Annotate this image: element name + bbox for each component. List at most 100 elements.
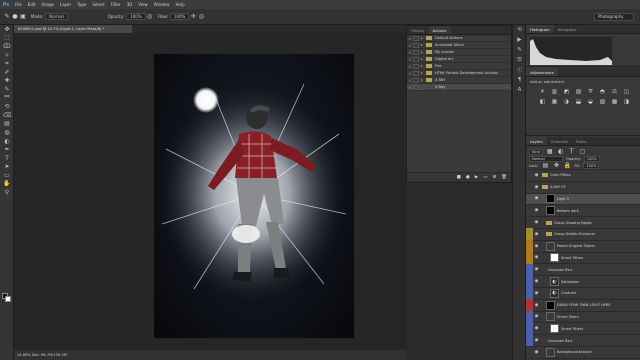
filter-pixel-icon[interactable]: ▦ — [546, 148, 554, 156]
filter-adjust-icon[interactable]: ◐ — [557, 148, 565, 156]
exposure-icon[interactable]: ▨ — [574, 88, 583, 96]
layer-row[interactable]: ◉ Smart Filters — [526, 322, 640, 336]
gradient-icon[interactable]: ▤ — [0, 120, 14, 129]
new-set-icon[interactable]: ▭ — [483, 175, 487, 180]
dialog-toggle[interactable] — [413, 42, 419, 48]
delete-icon[interactable]: 🗑 — [501, 175, 507, 180]
lock-all-icon[interactable]: 🔒 — [563, 162, 571, 170]
posterize-icon[interactable]: ◒ — [586, 98, 595, 106]
workspace-select[interactable]: Photography — [594, 13, 634, 21]
filter-type-icon[interactable]: T — [568, 148, 576, 156]
record-icon[interactable]: ● — [466, 175, 470, 180]
healing-icon[interactable]: ✚ — [0, 77, 14, 86]
menu-image[interactable]: Image — [38, 0, 57, 9]
crop-icon[interactable]: ⌗ — [0, 59, 14, 68]
visibility-eye-icon[interactable]: ◉ — [533, 338, 540, 343]
dialog-toggle[interactable] — [413, 63, 419, 69]
dialog-toggle[interactable] — [413, 84, 419, 90]
mode-select[interactable]: Normal — [45, 13, 68, 20]
action-row[interactable]: ✓ ▸ Digital Art — [407, 56, 511, 63]
path-select-icon[interactable]: ➤ — [0, 163, 14, 172]
shape-icon[interactable]: ▭ — [0, 171, 14, 180]
layer-row[interactable]: ◉ Group Details Enhancer — [526, 228, 640, 241]
document-canvas[interactable] — [154, 54, 354, 338]
lock-position-icon[interactable]: ✥ — [552, 162, 560, 170]
invert-icon[interactable]: ⬓ — [574, 98, 583, 106]
fill-field[interactable]: 100% — [583, 162, 600, 169]
menu-file[interactable]: File — [12, 0, 25, 9]
dialog-toggle[interactable] — [413, 70, 419, 76]
eraser-icon[interactable]: ⌫ — [0, 111, 14, 120]
action-row[interactable]: ✓ ▸ Default Actions — [407, 35, 511, 42]
tab-navigator[interactable]: Navigator — [554, 25, 581, 33]
visibility-eye-icon[interactable]: ◉ — [533, 279, 540, 284]
dialog-toggle[interactable] — [413, 35, 419, 41]
pen-icon[interactable]: ✒ — [0, 145, 14, 154]
menu-3d[interactable]: 3D — [124, 0, 136, 9]
layer-row[interactable]: ◉ Group Glowing Edges — [526, 217, 640, 229]
menu-view[interactable]: View — [135, 0, 151, 9]
menu-window[interactable]: Window — [151, 0, 173, 9]
lasso-icon[interactable]: ↀ — [0, 42, 14, 51]
play-icon[interactable]: ▶ — [475, 175, 478, 180]
layer-row[interactable]: ◉ Paved Original Object — [526, 240, 640, 253]
quick-select-icon[interactable]: ✧ — [0, 51, 14, 60]
layer-row[interactable]: ◉ Light 2 — [526, 193, 640, 206]
filter-shape-icon[interactable]: ▢ — [579, 148, 587, 156]
visibility-eye-icon[interactable]: ◉ — [533, 232, 540, 237]
action-row[interactable]: ✓ ▸ My bundle — [407, 49, 511, 56]
visibility-eye-icon[interactable]: ◉ — [533, 303, 540, 308]
document-tab[interactable]: 8349621.psd @ 24.7% (Light 2, Layer Mask… — [14, 25, 132, 33]
visibility-eye-icon[interactable]: ◉ — [533, 196, 540, 201]
character-panel-icon[interactable]: A — [513, 85, 526, 95]
layer-row[interactable]: ◉ ◐ Saturation — [526, 275, 640, 288]
layer-row[interactable]: ◉ Gaussian Blur — [526, 334, 640, 347]
photo-filter-icon[interactable]: ◧ — [538, 98, 547, 106]
brush-icon[interactable]: ✎ — [0, 85, 14, 94]
info-panel-icon[interactable]: ⓘ — [513, 65, 526, 75]
history-panel-icon[interactable]: ⟲ — [513, 25, 526, 35]
tab-layers[interactable]: Layers — [526, 137, 547, 145]
history-brush-icon[interactable]: ⟲ — [0, 102, 14, 111]
visibility-eye-icon[interactable]: ◉ — [533, 244, 540, 249]
visibility-eye-icon[interactable]: ◉ — [533, 220, 540, 225]
action-row[interactable]: ✓ ▸ HTML Portals Development Actions — [407, 70, 511, 77]
gradient-map-icon[interactable]: ▩ — [610, 98, 619, 106]
visibility-eye-icon[interactable]: ◉ — [533, 185, 540, 190]
type-icon[interactable]: T — [0, 154, 14, 163]
visibility-eye-icon[interactable]: ◉ — [533, 350, 540, 355]
layer-row[interactable]: ◉ X-RAY FX — [526, 182, 640, 194]
tab-paths[interactable]: Paths — [572, 137, 590, 145]
paragraph-panel-icon[interactable]: ¶ — [513, 75, 526, 85]
filter-kind-select[interactable]: Kind — [529, 148, 543, 155]
dialog-toggle[interactable] — [413, 49, 419, 55]
hue-sat-icon[interactable]: ◓ — [598, 88, 607, 96]
brush-preset-icon[interactable]: ✎ — [3, 13, 11, 21]
pressure-opacity-icon[interactable]: ◎ — [146, 13, 154, 21]
threshold-icon[interactable]: ▧ — [598, 98, 607, 106]
layer-row[interactable]: ◉ ◐ Contrast — [526, 287, 640, 300]
menu-edit[interactable]: Edit — [25, 0, 39, 9]
action-row[interactable]: ✓ X-Ray — [407, 84, 511, 91]
layer-row[interactable]: ◉ Background texture — [526, 347, 640, 359]
move-icon[interactable]: ✥ — [0, 25, 14, 34]
stop-icon[interactable]: ■ — [457, 175, 461, 180]
layer-opacity-field[interactable]: 100% — [583, 155, 600, 162]
actions-panel-icon[interactable]: ▶ — [513, 35, 526, 45]
visibility-eye-icon[interactable]: ◉ — [533, 255, 540, 260]
airbrush-icon[interactable]: ✢ — [189, 13, 197, 21]
action-row[interactable]: ✓ ▸ X-RAY — [407, 77, 511, 84]
layer-row[interactable]: ◉ Bottom dark — [526, 205, 640, 218]
toggle-brush-panel-icon[interactable]: ▣ — [19, 13, 27, 21]
pressure-size-icon[interactable]: ◎ — [197, 13, 205, 21]
stamp-icon[interactable]: ⎃ — [0, 94, 14, 103]
marquee-icon[interactable]: ⬚ — [0, 34, 14, 43]
menu-help[interactable]: Help — [172, 0, 187, 9]
layer-row[interactable]: ◉ Smart Filters — [526, 252, 640, 265]
color-lookup-icon[interactable]: ◑ — [562, 98, 571, 106]
brush-panel-icon[interactable]: ✎ — [513, 45, 526, 55]
zoom-icon[interactable]: ⚲ — [0, 188, 14, 197]
layer-row[interactable]: ◉ DRAW YOUR OWN LIGHT HERE — [526, 299, 640, 312]
visibility-eye-icon[interactable]: ◉ — [533, 267, 540, 272]
tab-adjustments[interactable]: Adjustments — [526, 68, 558, 76]
